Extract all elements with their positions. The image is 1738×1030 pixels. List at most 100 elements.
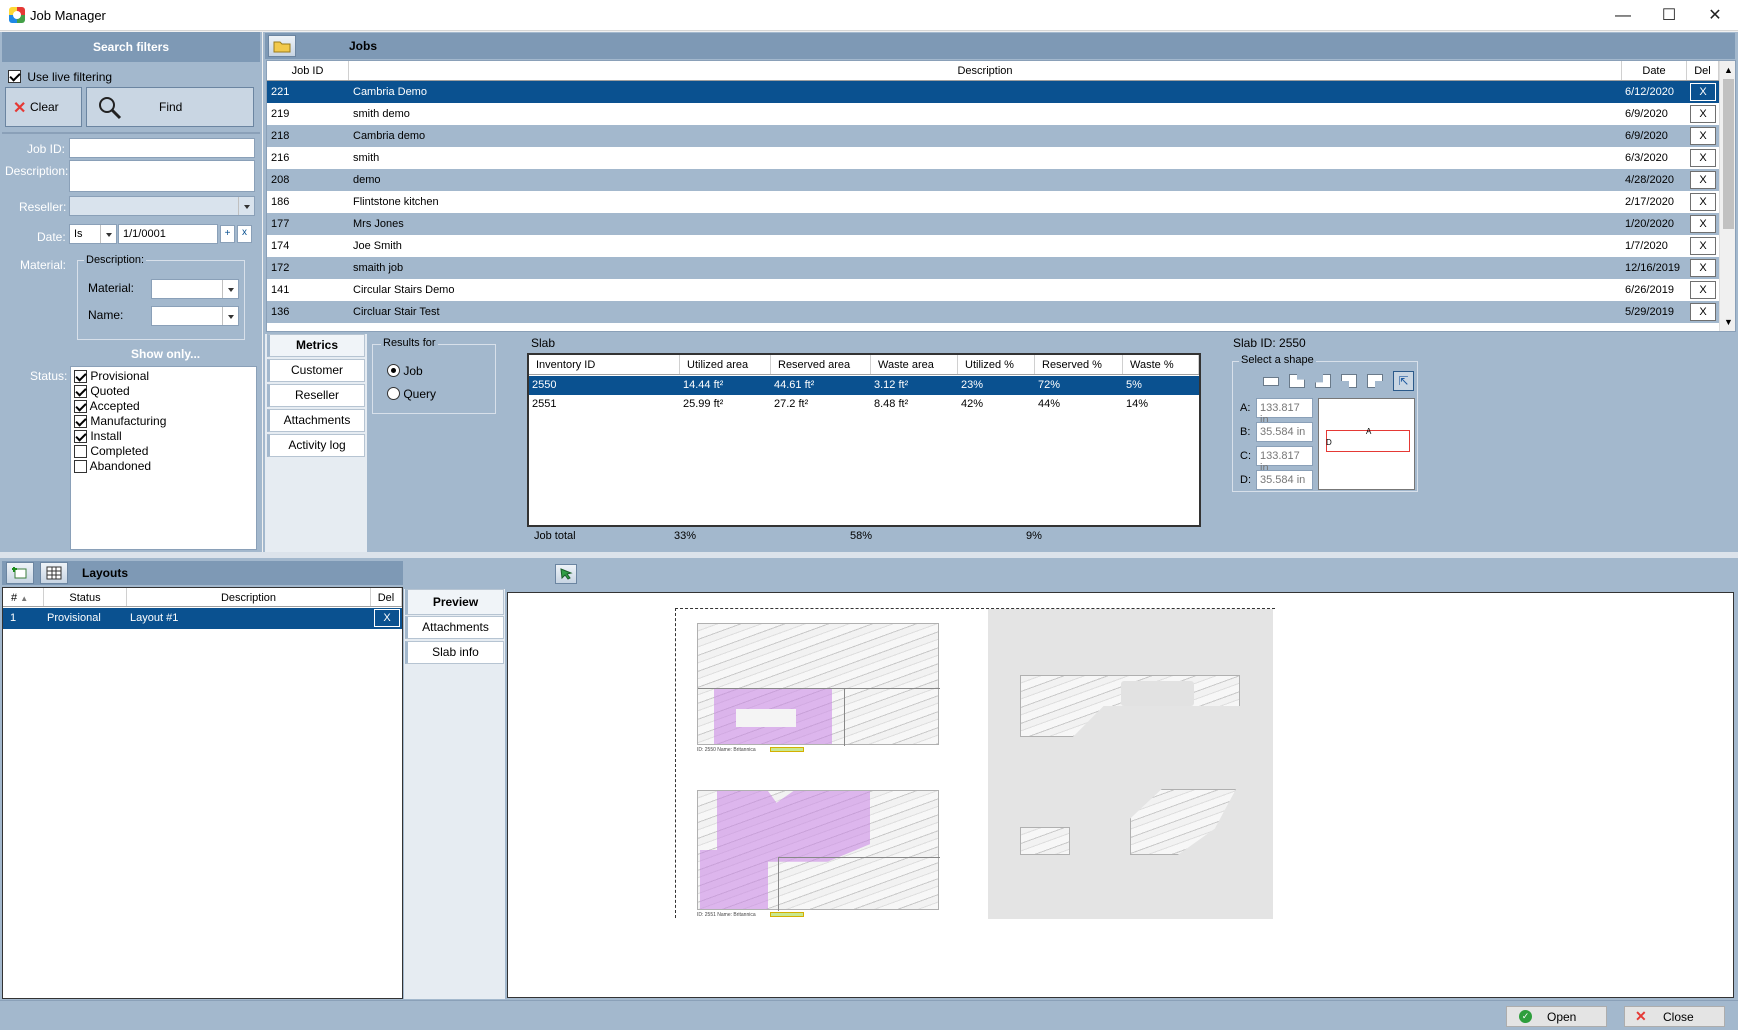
radio-query-button[interactable]: [387, 387, 400, 401]
col-date[interactable]: Date: [1622, 61, 1687, 80]
delete-job-button[interactable]: X: [1690, 127, 1716, 145]
open-button[interactable]: ✓ Open: [1506, 1006, 1607, 1027]
col-description[interactable]: Description: [349, 61, 1622, 80]
dim-a-input[interactable]: 133.817 in: [1256, 398, 1313, 426]
status-item-quoted[interactable]: Quoted: [74, 384, 253, 399]
status-checkbox[interactable]: [74, 400, 87, 414]
custom-shape-button[interactable]: ⇱: [1393, 371, 1414, 391]
clear-button[interactable]: ✕ Clear: [5, 87, 82, 127]
description-input[interactable]: [69, 160, 255, 192]
delete-job-button[interactable]: X: [1690, 259, 1716, 277]
find-button[interactable]: Find: [86, 87, 254, 127]
status-checkbox[interactable]: [74, 370, 87, 384]
assembled-layout-view[interactable]: [988, 609, 1273, 919]
delete-job-button[interactable]: X: [1690, 215, 1716, 233]
col-waste-area[interactable]: Waste area: [871, 355, 958, 374]
tab-preview[interactable]: Preview: [405, 589, 504, 615]
delete-job-button[interactable]: X: [1690, 237, 1716, 255]
tab-activity-log[interactable]: Activity log: [267, 434, 365, 457]
col-layout-del[interactable]: Del: [371, 588, 402, 606]
table-row[interactable]: 218 Cambria demo 6/9/2020 X: [267, 125, 1719, 147]
status-item-completed[interactable]: Completed: [74, 444, 253, 459]
delete-job-button[interactable]: X: [1690, 303, 1716, 321]
date-clear-button[interactable]: x: [237, 225, 252, 243]
table-row[interactable]: 141 Circular Stairs Demo 6/26/2019 X: [267, 279, 1719, 301]
curved-stair-piece[interactable]: [1130, 789, 1236, 855]
col-reserved-area[interactable]: Reserved area: [771, 355, 871, 374]
date-input[interactable]: 1/1/0001: [118, 224, 218, 244]
status-checkbox[interactable]: [74, 460, 87, 474]
col-job-id[interactable]: Job ID: [267, 61, 349, 80]
delete-job-button[interactable]: X: [1690, 105, 1716, 123]
dim-b-input[interactable]: 35.584 in: [1256, 422, 1313, 442]
shape-rect-icon[interactable]: [1263, 377, 1279, 386]
live-filtering-checkbox[interactable]: [8, 70, 21, 84]
reseller-select[interactable]: [69, 196, 255, 216]
open-folder-button[interactable]: [268, 35, 296, 57]
status-checkbox[interactable]: [74, 445, 87, 459]
scroll-down-icon[interactable]: ▼: [1724, 317, 1733, 327]
layout-piece[interactable]: [700, 791, 870, 909]
col-status[interactable]: Status: [44, 588, 127, 606]
status-item-accepted[interactable]: Accepted: [74, 399, 253, 414]
delete-layout-button[interactable]: X: [374, 609, 400, 627]
radio-job-button[interactable]: [387, 364, 400, 378]
tab-reseller[interactable]: Reseller: [267, 384, 365, 407]
jobs-scrollbar[interactable]: ▲ ▼: [1719, 61, 1735, 331]
table-row[interactable]: 136 Circluar Stair Test 5/29/2019 X: [267, 301, 1719, 323]
status-item-manufacturing[interactable]: Manufacturing: [74, 414, 253, 429]
preview-canvas[interactable]: ID: 2550 Name: Britannica ID: 2551 Name:…: [507, 592, 1734, 998]
job-id-input[interactable]: [69, 138, 255, 158]
add-layout-button[interactable]: [6, 562, 34, 584]
table-row[interactable]: 172 smaith job 12/16/2019 X: [267, 257, 1719, 279]
tab-customer[interactable]: Customer: [267, 359, 365, 382]
material-select[interactable]: [151, 279, 239, 299]
delete-job-button[interactable]: X: [1690, 281, 1716, 299]
table-row[interactable]: 208 demo 4/28/2020 X: [267, 169, 1719, 191]
live-filtering-row[interactable]: Use live filtering: [8, 69, 112, 84]
status-checkbox[interactable]: [74, 430, 87, 444]
name-select[interactable]: [151, 306, 239, 326]
shape-l-icon[interactable]: [1289, 374, 1305, 388]
delete-job-button[interactable]: X: [1690, 149, 1716, 167]
delete-job-button[interactable]: X: [1690, 171, 1716, 189]
table-row[interactable]: 177 Mrs Jones 1/20/2020 X: [267, 213, 1719, 235]
status-checkbox[interactable]: [74, 415, 87, 429]
table-row[interactable]: 174 Joe Smith 1/7/2020 X: [267, 235, 1719, 257]
close-window-button[interactable]: ✕: [1692, 0, 1738, 31]
table-row[interactable]: 186 Flintstone kitchen 2/17/2020 X: [267, 191, 1719, 213]
radio-job[interactable]: Job: [387, 363, 423, 378]
minimize-button[interactable]: —: [1600, 0, 1646, 31]
slab-2550-image[interactable]: [697, 623, 940, 746]
tab-metrics[interactable]: Metrics: [267, 334, 365, 357]
table-row[interactable]: 216 smith 6/3/2020 X: [267, 147, 1719, 169]
col-utilized-pct[interactable]: Utilized %: [958, 355, 1035, 374]
status-item-provisional[interactable]: Provisional: [74, 369, 253, 384]
col-reserved-pct[interactable]: Reserved %: [1035, 355, 1123, 374]
grid-view-button[interactable]: [40, 562, 68, 584]
delete-job-button[interactable]: X: [1690, 83, 1716, 101]
status-item-install[interactable]: Install: [74, 429, 253, 444]
date-add-button[interactable]: +: [220, 225, 235, 243]
slab-2551-image[interactable]: [697, 790, 940, 911]
scroll-thumb[interactable]: [1723, 79, 1734, 229]
delete-job-button[interactable]: X: [1690, 193, 1716, 211]
table-row[interactable]: 2551 25.99 ft² 27.2 ft² 8.48 ft² 42% 44%…: [529, 395, 1199, 414]
col-del[interactable]: Del: [1687, 61, 1719, 80]
maximize-button[interactable]: ☐: [1646, 0, 1692, 31]
tab-attachments[interactable]: Attachments: [267, 409, 365, 432]
table-row[interactable]: 1 Provisional Layout #1 X: [3, 608, 402, 629]
shape-l-reverse-icon[interactable]: [1315, 374, 1331, 388]
col-inventory-id[interactable]: Inventory ID: [529, 355, 680, 374]
radio-query[interactable]: Query: [387, 386, 436, 401]
dim-d-input[interactable]: 35.584 in: [1256, 470, 1313, 490]
date-operator-select[interactable]: Is: [69, 224, 117, 244]
scroll-up-icon[interactable]: ▲: [1724, 65, 1733, 75]
status-item-abandoned[interactable]: Abandoned: [74, 459, 253, 474]
col-utilized-area[interactable]: Utilized area: [680, 355, 771, 374]
status-checkbox[interactable]: [74, 385, 87, 399]
table-row[interactable]: 219 smith demo 6/9/2020 X: [267, 103, 1719, 125]
select-tool-button[interactable]: [555, 564, 577, 584]
dim-c-input[interactable]: 133.817 in: [1256, 446, 1313, 474]
col-layout-description[interactable]: Description: [127, 588, 371, 606]
